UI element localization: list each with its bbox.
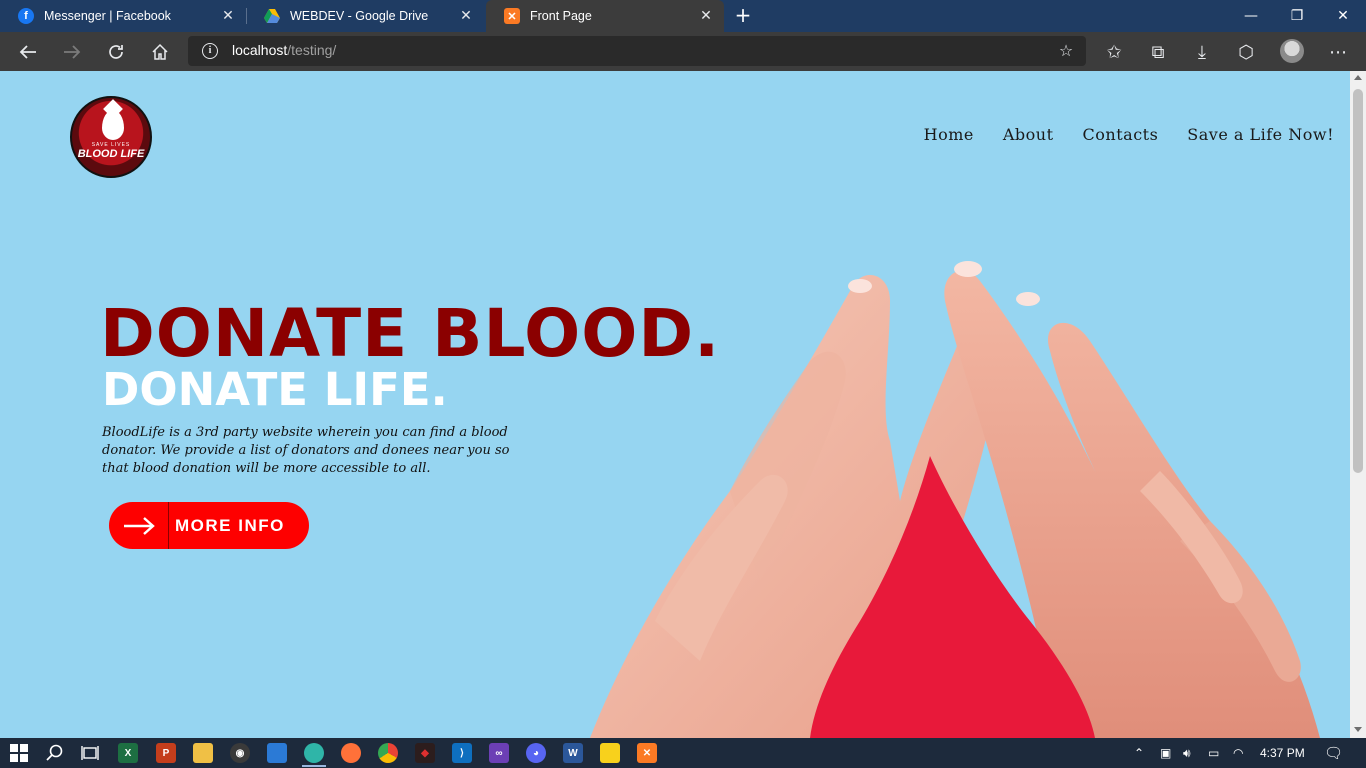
close-icon[interactable]: ✕: [220, 7, 236, 23]
collections-icon[interactable]: ⧉: [1144, 38, 1172, 66]
info-icon[interactable]: i: [202, 43, 218, 59]
edge-icon[interactable]: [304, 743, 324, 763]
tab-messenger[interactable]: f Messenger | Facebook ✕: [0, 0, 246, 32]
tab-front-page[interactable]: ✕ Front Page ✕: [486, 0, 724, 32]
forward-button[interactable]: [58, 38, 86, 66]
show-hidden-icons[interactable]: ⌃: [1134, 738, 1144, 768]
active-app-indicator: [302, 765, 326, 767]
tab-title: Front Page: [530, 9, 592, 23]
forward-arrow-icon: [64, 45, 81, 59]
nav-about[interactable]: About: [1003, 125, 1054, 144]
extensions-icon[interactable]: ⬡: [1232, 38, 1260, 66]
restore-button[interactable]: ❐: [1274, 0, 1320, 32]
downloads-icon[interactable]: ⤓: [1188, 38, 1216, 66]
volume-icon[interactable]: 🔊︎: [1183, 738, 1191, 768]
hero-description: BloodLife is a 3rd party website wherein…: [102, 425, 510, 476]
tab-strip: f Messenger | Facebook ✕ WEBDEV - Google…: [0, 0, 1366, 32]
address-url[interactable]: localhost/testing/: [232, 42, 336, 58]
main-nav: Home About Contacts Save a Life Now!: [924, 125, 1334, 144]
visual-studio-icon[interactable]: ∞: [489, 743, 509, 763]
word-icon[interactable]: W: [563, 743, 583, 763]
google-drive-icon: [264, 8, 280, 24]
sticky-notes-icon[interactable]: [600, 743, 620, 763]
notifications-icon[interactable]: 🗨︎: [1324, 738, 1343, 768]
more-info-button[interactable]: MORE INFO: [109, 502, 309, 549]
profile-avatar[interactable]: [1280, 39, 1304, 63]
vscode-icon[interactable]: ⟩: [452, 743, 472, 763]
firefox-icon[interactable]: [341, 743, 361, 763]
facebook-icon: f: [18, 8, 34, 24]
home-button[interactable]: [146, 38, 174, 66]
more-info-label: MORE INFO: [175, 515, 285, 535]
scroll-up-icon[interactable]: [1354, 75, 1362, 80]
tab-google-drive[interactable]: WEBDEV - Google Drive ✕: [246, 0, 484, 32]
discord-icon[interactable]: ◕: [526, 743, 546, 763]
add-favorite-icon[interactable]: ☆: [1056, 41, 1076, 61]
file-explorer-icon[interactable]: [193, 743, 213, 763]
git-icon[interactable]: ◆: [415, 743, 435, 763]
minimize-button[interactable]: —: [1228, 0, 1274, 32]
scroll-down-icon[interactable]: [1354, 727, 1362, 732]
meet-now-icon[interactable]: ▣: [1160, 738, 1171, 768]
nav-home[interactable]: Home: [924, 125, 974, 144]
logo-brand: BLOOD LIFE: [77, 148, 145, 160]
close-icon[interactable]: ✕: [698, 7, 714, 23]
xampp-icon: ✕: [504, 8, 520, 24]
task-view-icon[interactable]: [80, 743, 100, 763]
hero-headline: DONATE BLOOD.: [100, 295, 721, 372]
powerpoint-icon[interactable]: P: [156, 743, 176, 763]
scroll-thumb[interactable]: [1353, 89, 1363, 473]
xampp-icon[interactable]: ✕: [637, 743, 657, 763]
tab-title: Messenger | Facebook: [44, 9, 171, 23]
page-scrollbar[interactable]: [1350, 71, 1366, 738]
arrow-right-icon: [109, 502, 169, 549]
refresh-button[interactable]: [102, 38, 130, 66]
close-icon[interactable]: ✕: [458, 7, 474, 23]
nav-contacts[interactable]: Contacts: [1083, 125, 1159, 144]
refresh-icon: [109, 45, 123, 59]
address-bar[interactable]: i localhost/testing/ ☆: [188, 36, 1086, 66]
windows-start-icon[interactable]: [9, 743, 29, 763]
nav-save-a-life[interactable]: Save a Life Now!: [1187, 125, 1334, 144]
blood-drop-icon: [102, 110, 124, 140]
tab-title: WEBDEV - Google Drive: [290, 9, 429, 23]
hero-subheadline: DONATE LIFE.: [102, 363, 448, 416]
home-icon: [152, 43, 168, 60]
favorites-icon[interactable]: ✩: [1100, 38, 1128, 66]
battery-icon[interactable]: ▭: [1208, 738, 1219, 768]
chrome-icon[interactable]: [378, 743, 398, 763]
site-logo[interactable]: SAVE LIVES BLOOD LIFE: [70, 96, 152, 178]
obs-icon[interactable]: ◉: [230, 743, 250, 763]
close-window-button[interactable]: ✕: [1320, 0, 1366, 32]
back-arrow-icon: [19, 45, 36, 59]
more-options-icon[interactable]: ⋯: [1324, 38, 1352, 66]
back-button[interactable]: [14, 38, 42, 66]
clock-time[interactable]: 4:37 PM: [1260, 738, 1305, 768]
excel-icon[interactable]: X: [118, 743, 138, 763]
search-icon[interactable]: [45, 743, 65, 763]
new-tab-button[interactable]: +: [732, 4, 754, 26]
windows-taskbar: X P ◉ ◆ ⟩ ∞ ◕ W ✕ ⌃ ▣ 🔊︎ ▭ ◠ 4:37 PM 🗨︎: [0, 738, 1366, 768]
store-icon[interactable]: [267, 743, 287, 763]
wifi-icon[interactable]: ◠: [1233, 738, 1243, 768]
browser-toolbar: i localhost/testing/ ☆ ✩ ⧉ ⤓ ⬡ ⋯: [0, 32, 1366, 71]
page-viewport: SAVE LIVES BLOOD LIFE Home About Contact…: [0, 71, 1350, 738]
